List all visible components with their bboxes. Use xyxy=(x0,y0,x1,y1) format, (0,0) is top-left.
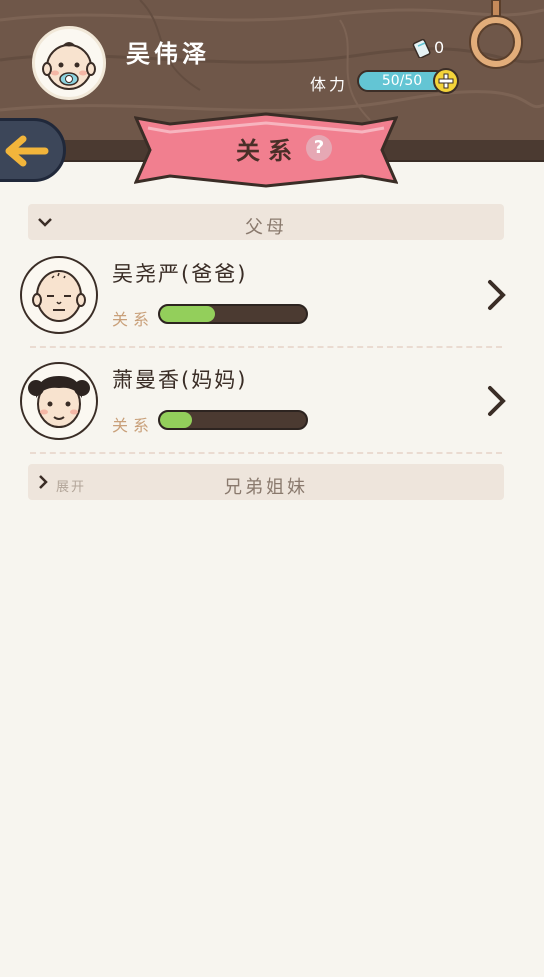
chevron-right-icon[interactable] xyxy=(486,384,508,418)
stamina-label: 体力 xyxy=(310,75,349,94)
page-title: 关系 xyxy=(236,137,300,165)
family-member-mother[interactable]: 萧曼香(妈妈) 关系 xyxy=(20,362,510,458)
section-title: 兄弟姐妹 xyxy=(224,477,308,498)
baby-face-icon xyxy=(42,42,96,90)
back-arrow-icon xyxy=(5,135,49,167)
section-title: 父母 xyxy=(245,217,287,238)
bald-man-face-icon xyxy=(32,270,86,322)
divider xyxy=(30,452,502,454)
relation-bar-fill xyxy=(160,412,193,428)
relation-bar xyxy=(158,410,308,430)
relation-label: 关系 xyxy=(112,310,155,329)
ring-icon[interactable] xyxy=(466,0,526,72)
back-button[interactable] xyxy=(0,118,66,182)
divider xyxy=(30,346,502,348)
ticket-icon xyxy=(412,38,431,58)
player-name: 吴伟泽 xyxy=(126,40,210,68)
add-stamina-button[interactable] xyxy=(433,68,459,94)
section-header-siblings[interactable]: 展开 兄弟姐妹 xyxy=(28,464,504,500)
section-header-parents[interactable]: 父母 xyxy=(28,204,504,240)
ticket-count: 0 xyxy=(434,38,445,57)
family-member-father[interactable]: 吴尧严(爸爸) 关系 xyxy=(20,256,510,352)
chevron-right-icon[interactable] xyxy=(486,278,508,312)
member-name: 吴尧严(爸爸) xyxy=(112,262,248,286)
player-avatar[interactable] xyxy=(32,26,106,100)
woman-face-icon xyxy=(28,376,90,428)
help-icon[interactable]: ? xyxy=(306,135,332,161)
father-avatar xyxy=(20,256,98,334)
relation-label: 关系 xyxy=(112,416,155,435)
member-name: 萧曼香(妈妈) xyxy=(112,368,248,392)
mother-avatar xyxy=(20,362,98,440)
relation-bar-fill xyxy=(160,306,216,322)
plus-icon xyxy=(438,73,454,89)
relation-bar xyxy=(158,304,308,324)
